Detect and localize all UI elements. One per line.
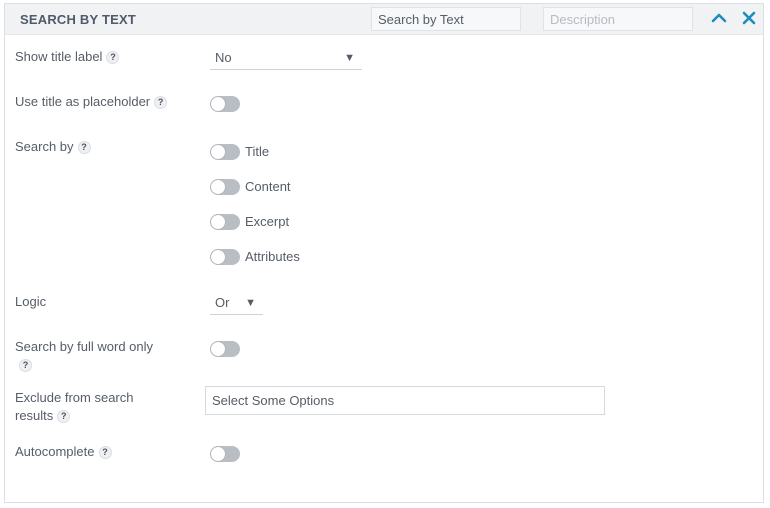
- exclude-row-label: Exclude from search results?: [15, 389, 134, 425]
- help-icon[interactable]: ?: [19, 359, 32, 373]
- toggle-knob: [211, 447, 225, 461]
- autocomplete-row-label: Autocomplete?: [15, 443, 112, 461]
- logic-label: Logic: [15, 294, 47, 309]
- search-by-attributes-label: Attributes: [245, 249, 300, 264]
- show-title-label-select[interactable]: No ▼: [210, 48, 362, 70]
- help-icon[interactable]: ?: [57, 410, 71, 424]
- use-title-placeholder-text: Use title as placeholder: [15, 94, 151, 109]
- full-word-row-label: Search by full word only?: [15, 338, 153, 374]
- search-by-text-panel: SEARCH BY TEXT Search by Text Descriptio…: [4, 3, 764, 503]
- show-title-label-text: Show title label: [15, 49, 103, 64]
- search-by-attributes-toggle[interactable]: [210, 249, 240, 265]
- toggle-knob: [211, 342, 225, 356]
- search-by-excerpt-toggle[interactable]: [210, 214, 240, 230]
- logic-select[interactable]: Or ▼: [210, 293, 263, 315]
- toggle-knob: [211, 145, 225, 159]
- search-by-title-label: Title: [245, 144, 270, 159]
- toggle-knob: [211, 97, 225, 111]
- search-by-excerpt-label: Excerpt: [245, 214, 290, 229]
- exclude-text-line2: results: [15, 408, 54, 423]
- search-by-row-label: Search by?: [15, 138, 91, 156]
- use-title-placeholder-row-label: Use title as placeholder?: [15, 93, 168, 111]
- exclude-text-line1: Exclude from search: [15, 390, 134, 405]
- help-icon[interactable]: ?: [106, 51, 120, 65]
- panel-title: SEARCH BY TEXT: [20, 12, 136, 27]
- search-by-title-toggle[interactable]: [210, 144, 240, 160]
- toggle-knob: [211, 180, 225, 194]
- close-icon[interactable]: [741, 10, 757, 26]
- search-by-content-label: Content: [245, 179, 291, 194]
- logic-value: Or: [215, 295, 230, 310]
- chevron-up-icon[interactable]: [711, 10, 727, 26]
- search-by-text: Search by: [15, 139, 74, 154]
- caret-down-icon: ▼: [344, 52, 355, 64]
- full-word-toggle[interactable]: [210, 341, 240, 357]
- toggle-knob: [211, 215, 225, 229]
- full-word-text: Search by full word only: [15, 339, 154, 354]
- show-title-label-value: No: [215, 50, 232, 65]
- autocomplete-toggle[interactable]: [210, 446, 240, 462]
- name-input[interactable]: Search by Text: [371, 7, 521, 31]
- search-by-content-toggle[interactable]: [210, 179, 240, 195]
- use-title-placeholder-toggle[interactable]: [210, 96, 240, 112]
- help-icon[interactable]: ?: [98, 446, 112, 460]
- caret-down-icon: ▼: [245, 297, 256, 309]
- panel-header: SEARCH BY TEXT Search by Text Descriptio…: [5, 4, 763, 35]
- description-input[interactable]: Description: [543, 7, 693, 31]
- exclude-select-input[interactable]: Select Some Options: [205, 386, 605, 415]
- help-icon[interactable]: ?: [77, 141, 91, 155]
- help-icon[interactable]: ?: [154, 96, 168, 110]
- toggle-knob: [211, 250, 225, 264]
- show-title-label-row-label: Show title label?: [15, 48, 120, 66]
- autocomplete-text: Autocomplete: [15, 444, 95, 459]
